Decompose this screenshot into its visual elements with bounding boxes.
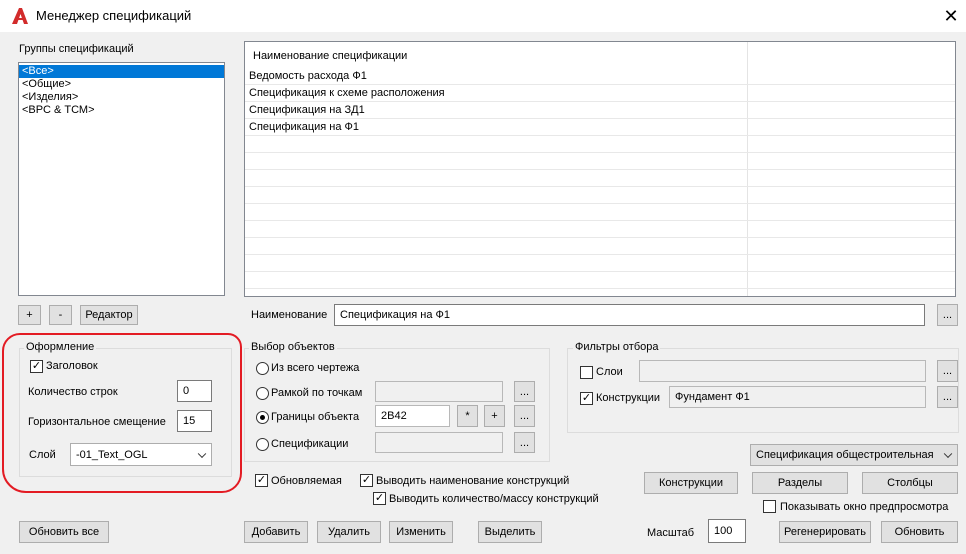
layers-filter-input[interactable] — [639, 360, 926, 382]
group-item-products[interactable]: <Изделия> — [19, 91, 224, 104]
radio-object-bounds-label: Границы объекта — [271, 411, 360, 423]
scale-input[interactable]: 100 — [708, 519, 746, 543]
layers-browse-button[interactable]: ... — [937, 360, 958, 382]
close-button[interactable]: ✕ — [938, 4, 964, 28]
show-name-checkbox[interactable]: ✓ — [360, 474, 373, 487]
constructions-browse-button[interactable]: ... — [937, 386, 958, 408]
specifications-browse-button[interactable]: ... — [514, 432, 535, 453]
editor-button[interactable]: Редактор — [80, 305, 138, 325]
show-qty-label: Выводить количество/массу конструкций — [389, 493, 599, 505]
bounds-plus-button[interactable]: + — [484, 405, 505, 427]
table-row[interactable]: Ведомость расхода Ф1 — [245, 68, 955, 85]
chevron-down-icon — [943, 449, 953, 459]
updatable-label: Обновляемая — [271, 475, 342, 487]
updatable-checkbox[interactable]: ✓ — [255, 474, 268, 487]
autocad-a-icon — [12, 8, 28, 24]
regenerate-button[interactable]: Регенерировать — [779, 521, 871, 543]
groups-listbox[interactable]: <Все> <Общие> <Изделия> <ВРС & ТСМ> — [18, 62, 225, 296]
update-button[interactable]: Обновить — [881, 521, 958, 543]
constructions-filter-input[interactable]: Фундамент Ф1 — [669, 386, 926, 408]
table-row[interactable]: Спецификация на Ф1 — [245, 119, 955, 136]
radio-specifications[interactable] — [256, 438, 269, 451]
radio-whole-drawing[interactable] — [256, 362, 269, 375]
group-item-vrs-tsm[interactable]: <ВРС & ТСМ> — [19, 104, 224, 117]
group-item-common[interactable]: <Общие> — [19, 78, 224, 91]
layers-checkbox-label: Слои — [596, 366, 623, 378]
table-row[interactable]: Спецификация на ЗД1 — [245, 102, 955, 119]
spec-table[interactable]: Наименование спецификации Ведомость расх… — [244, 41, 956, 297]
preview-checkbox[interactable] — [763, 500, 776, 513]
constructions-checkbox[interactable]: ✓ — [580, 392, 593, 405]
spec-type-value: Спецификация общестроительная — [756, 449, 934, 461]
object-selection-title: Выбор объектов — [249, 341, 337, 353]
window-title: Менеджер спецификаций — [36, 8, 192, 23]
empty-row — [245, 170, 955, 187]
scale-label: Масштаб — [647, 527, 695, 539]
spec-name-input[interactable]: Спецификация на Ф1 — [334, 304, 925, 326]
name-browse-button[interactable]: ... — [937, 304, 958, 326]
select-button[interactable]: Выделить — [478, 521, 542, 543]
add-group-button[interactable]: + — [18, 305, 41, 325]
radio-object-bounds[interactable] — [256, 411, 269, 424]
radio-specifications-label: Спецификации — [271, 438, 349, 450]
name-label: Наименование — [251, 309, 328, 321]
empty-row — [245, 153, 955, 170]
specifications-input[interactable] — [375, 432, 503, 453]
spec-table-header: Наименование спецификации — [253, 50, 408, 62]
add-button[interactable]: Добавить — [244, 521, 308, 543]
window-points-input[interactable] — [375, 381, 503, 402]
group-item-all[interactable]: <Все> — [19, 65, 224, 78]
constructions-button[interactable]: Конструкции — [644, 472, 738, 494]
show-name-label: Выводить наименование конструкций — [376, 475, 570, 487]
bounds-browse-button[interactable]: ... — [514, 405, 535, 427]
remove-group-button[interactable]: - — [49, 305, 72, 325]
empty-row — [245, 136, 955, 153]
object-bounds-input[interactable]: 2В42 — [375, 405, 450, 427]
groups-label: Группы спецификаций — [19, 43, 134, 55]
empty-row — [245, 272, 955, 289]
columns-button[interactable]: Столбцы — [862, 472, 958, 494]
table-row[interactable]: Спецификация к схеме расположения — [245, 85, 955, 102]
spec-type-select[interactable]: Спецификация общестроительная — [750, 444, 958, 466]
bounds-star-button[interactable]: * — [457, 405, 478, 427]
radio-window-points[interactable] — [256, 387, 269, 400]
empty-row — [245, 238, 955, 255]
radio-whole-drawing-label: Из всего чертежа — [271, 362, 360, 374]
filters-title: Фильтры отбора — [573, 341, 661, 353]
empty-row — [245, 255, 955, 272]
constructions-checkbox-label: Конструкции — [596, 392, 661, 404]
red-highlight-annotation — [2, 333, 242, 493]
radio-window-points-label: Рамкой по точкам — [271, 387, 363, 399]
sections-button[interactable]: Разделы — [752, 472, 848, 494]
update-all-button[interactable]: Обновить все — [19, 521, 109, 543]
empty-row — [245, 187, 955, 204]
show-qty-checkbox[interactable]: ✓ — [373, 492, 386, 505]
preview-label: Показывать окно предпросмотра — [780, 501, 949, 513]
empty-row — [245, 204, 955, 221]
layers-checkbox[interactable] — [580, 366, 593, 379]
window-points-browse-button[interactable]: ... — [514, 381, 535, 402]
modify-button[interactable]: Изменить — [389, 521, 453, 543]
empty-row — [245, 221, 955, 238]
delete-button[interactable]: Удалить — [317, 521, 381, 543]
